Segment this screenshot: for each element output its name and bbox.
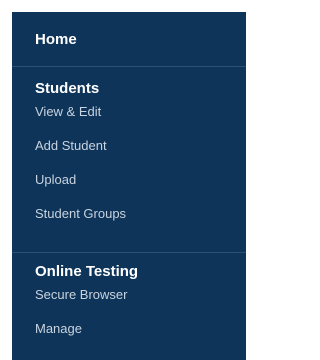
online-testing-section: Online Testing Secure Browser Manage [12, 253, 246, 355]
nav-item-secure-browser[interactable]: Secure Browser [35, 287, 246, 321]
nav-item-upload[interactable]: Upload [35, 172, 246, 206]
students-section: Students View & Edit Add Student Upload … [12, 67, 246, 253]
online-testing-heading[interactable]: Online Testing [35, 263, 246, 281]
nav-item-add-student[interactable]: Add Student [35, 138, 246, 172]
home-section: Home [12, 12, 246, 67]
nav-item-manage[interactable]: Manage [35, 321, 246, 355]
students-heading[interactable]: Students [35, 80, 246, 98]
nav-item-view-edit[interactable]: View & Edit [35, 104, 246, 138]
nav-item-student-groups[interactable]: Student Groups [35, 206, 246, 240]
sidebar-nav: Home Students View & Edit Add Student Up… [12, 12, 246, 360]
home-link[interactable]: Home [35, 31, 77, 48]
